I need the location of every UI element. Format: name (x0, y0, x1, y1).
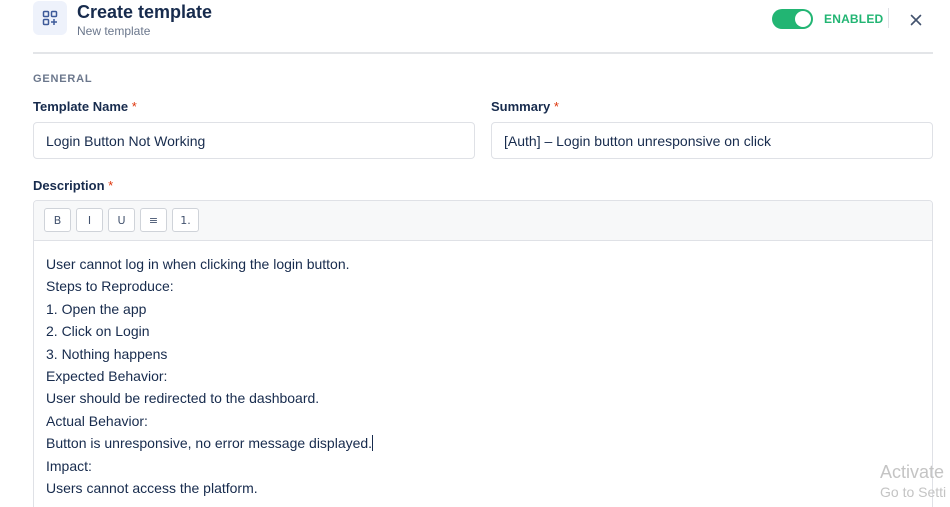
description-line-text: Button is unresponsive, no error message… (46, 435, 373, 452)
template-icon (33, 1, 67, 35)
editor-toolbar: B I U ≡ 1. (34, 201, 932, 241)
description-line: Expected Behavior: (46, 367, 168, 384)
bold-button[interactable]: B (44, 208, 71, 232)
text-caret (372, 435, 374, 452)
description-line: 3. Nothing happens (46, 345, 168, 362)
summary-input[interactable] (491, 122, 933, 159)
toggle-knob (795, 11, 811, 27)
description-line: Actual Behavior: (46, 412, 148, 429)
close-icon (910, 14, 922, 26)
template-name-label: Template Name * (33, 99, 137, 114)
page-subtitle: New template (77, 24, 151, 38)
description-line: User cannot log in when clicking the log… (46, 256, 350, 272)
page-title: Create template (77, 2, 213, 22)
description-label-text: Description (33, 178, 105, 193)
watermark-line2: Go to Setti (880, 484, 947, 500)
summary-label-text: Summary (491, 99, 551, 114)
activation-watermark: Activate Go to Setti (880, 461, 946, 501)
description-line: Impact: (46, 457, 92, 474)
modal-header: Create template New template ENABLED (33, 0, 933, 54)
summary-label: Summary * (491, 99, 559, 114)
numbered-list-button[interactable]: 1. (172, 208, 199, 232)
template-name-input[interactable] (33, 122, 475, 159)
description-editor: B I U ≡ 1. User cannot log in when click… (33, 200, 933, 507)
required-mark: * (108, 178, 114, 193)
bullet-list-button[interactable]: ≡ (140, 208, 167, 232)
description-label: Description * (33, 178, 113, 193)
template-name-label-text: Template Name (33, 99, 129, 114)
description-line: User should be redirected to the dashboa… (46, 390, 320, 407)
description-line: 2. Click on Login (46, 323, 150, 340)
italic-button[interactable]: I (76, 208, 103, 232)
section-label-general: GENERAL (33, 73, 93, 85)
description-line: 1. Open the app (46, 300, 147, 317)
underline-button[interactable]: U (108, 208, 135, 232)
description-line-with-caret: Button is unresponsive, no error message… (46, 432, 920, 454)
description-line: Users cannot access the platform. (46, 479, 258, 496)
status-label: ENABLED (824, 12, 884, 26)
required-mark: * (553, 99, 559, 114)
description-textarea[interactable]: User cannot log in when clicking the log… (34, 241, 932, 499)
enabled-toggle[interactable] (772, 9, 813, 29)
close-button[interactable] (906, 10, 926, 30)
header-divider (888, 8, 889, 28)
watermark-line1: Activate (880, 462, 945, 482)
description-line: Steps to Reproduce: (46, 278, 174, 295)
required-mark: * (131, 99, 137, 114)
